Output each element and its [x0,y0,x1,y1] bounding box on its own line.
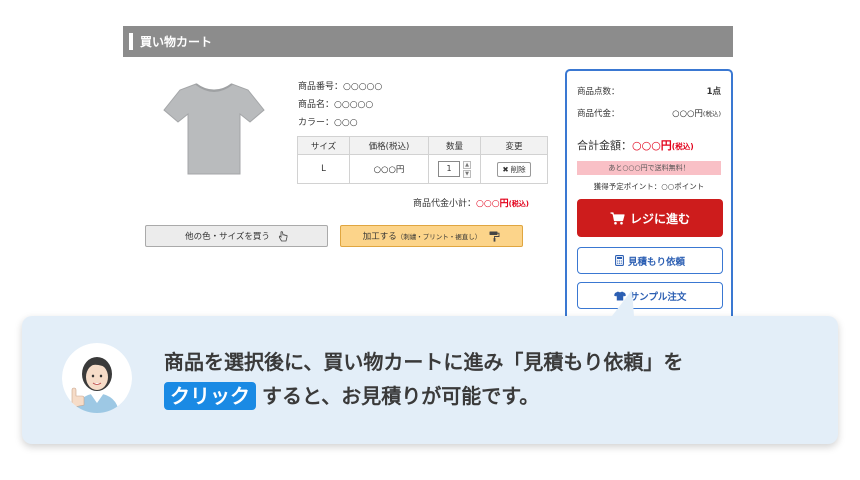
cart-icon [610,211,625,224]
product-info: 商品番号：○○○○○ 商品名：○○○○○ カラー：○○○ [298,78,382,132]
item-count-row: 商品点数： 1点 [577,85,721,97]
column-header: 変更 [480,136,548,155]
product-color: カラー：○○○ [298,118,358,128]
customize-label-sub: （刺繍・プリント・裾直し） [396,233,482,241]
cart-table: サイズ 価格(税込) 数量 変更 L ○○○円 1 ▲ ▼ ✖ 削除 [297,136,548,184]
column-header: 数量 [428,136,481,155]
table-header-row: サイズ 価格(税込) 数量 変更 [297,136,548,155]
estimate-request-button[interactable]: 見積もり依頼 [577,247,723,274]
product-price-value-wrap: ○○○円(税込) [672,107,721,119]
quantity-up-icon[interactable]: ▲ [463,160,471,169]
pointer-hand-icon [278,230,288,241]
quantity-down-icon[interactable]: ▼ [463,169,471,178]
product-price-row: 商品代金： ○○○円(税込) [577,107,721,119]
instruction-callout: 商品を選択後に、買い物カートに進み「見積もり依頼」を クリック すると、お見積りが… [22,316,838,444]
callout-line-2-text: すると、お見積りが可能です。 [262,384,540,408]
product-number: 商品番号：○○○○○ [298,82,383,92]
paint-roller-icon [489,231,500,242]
cart-header: 買い物カート [123,26,733,57]
checkout-button[interactable]: レジに進む [577,199,723,237]
item-count-label: 商品点数： [577,87,620,97]
delete-label: 削除 [510,164,526,174]
subtotal-amount: ○○○円 [476,199,509,209]
total-value: ○○○円 [632,139,672,152]
product-price-value: ○○○円 [672,109,703,119]
delete-button[interactable]: ✖ 削除 [497,161,531,177]
cell-change: ✖ 削除 [480,154,548,184]
product-tshirt-image [163,83,265,175]
total-row: 合計金額：○○○円(税込) [577,137,694,153]
header-accent-bar [129,33,133,50]
calculator-icon [615,255,624,266]
total-tax: (税込) [671,142,694,151]
other-color-size-label: 他の色・サイズを買う [185,232,270,242]
estimate-request-label: 見積もり依頼 [627,256,685,268]
customize-button[interactable]: 加工する（刺繍・プリント・裾直し） [340,225,523,247]
callout-pointer [612,290,634,316]
item-count-value: 1点 [706,87,721,97]
points-info: 獲得予定ポイント：○○ポイント [593,182,705,191]
close-icon: ✖ [502,164,509,174]
checkout-label: レジに進む [629,211,690,226]
product-price-label: 商品代金： [577,109,620,119]
customize-label: 加工する（刺繍・プリント・裾直し） [363,230,482,242]
click-badge: クリック [164,382,256,410]
page-title: 買い物カート [140,35,213,49]
subtotal: 商品代金小計：○○○円(税込) [413,196,529,209]
quantity-stepper: 1 ▲ ▼ [438,160,471,178]
callout-text: 商品を選択後に、買い物カートに進み「見積もり依頼」を クリック すると、お見積りが… [164,345,683,413]
free-shipping-notice: あと○○○円で送料無料！ [577,161,721,175]
callout-line-2: クリック すると、お見積りが可能です。 [164,379,683,413]
subtotal-tax: (税込) [508,200,529,208]
quantity-input[interactable]: 1 [438,161,460,177]
callout-line-1: 商品を選択後に、買い物カートに進み「見積もり依頼」を [164,350,684,374]
product-name: 商品名：○○○○○ [298,100,374,110]
cell-quantity: 1 ▲ ▼ [428,154,481,184]
cell-size: L [297,154,350,184]
column-header: 価格(税込) [349,136,429,155]
total-label: 合計金額： [577,139,632,152]
subtotal-label: 商品代金小計： [413,199,477,209]
avatar [62,343,132,413]
other-color-size-button[interactable]: 他の色・サイズを買う [145,225,328,247]
column-header: サイズ [297,136,350,155]
quantity-arrows: ▲ ▼ [463,160,471,178]
cell-price: ○○○円 [349,154,429,184]
table-row: L ○○○円 1 ▲ ▼ ✖ 削除 [297,154,548,184]
product-price-tax: (税込) [702,110,721,118]
customize-label-main: 加工する [362,232,397,242]
